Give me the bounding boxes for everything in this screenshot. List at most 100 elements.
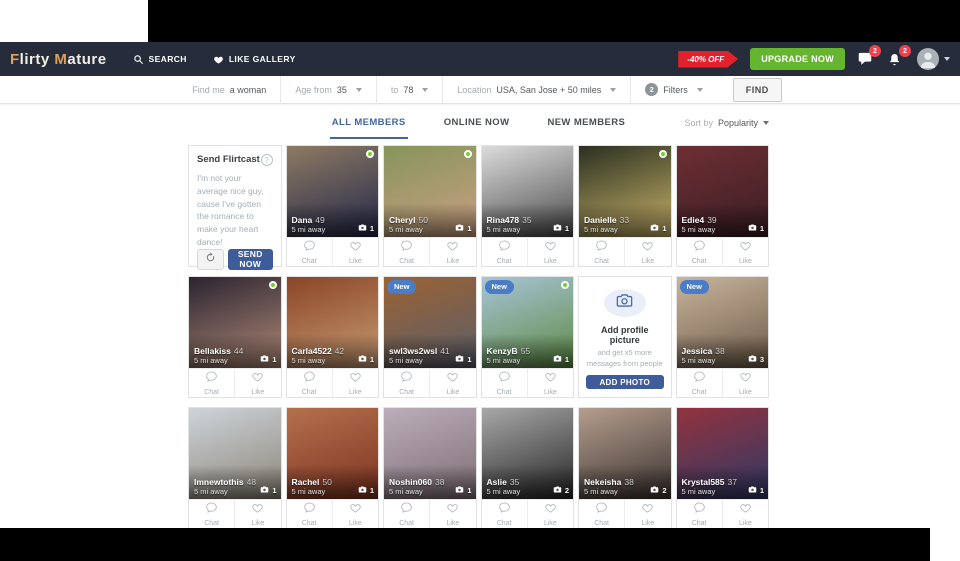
chat-button[interactable]: Chat (482, 500, 527, 528)
member-photo[interactable]: New Carla452242 5 mi away 1 (287, 277, 379, 368)
send-now-button[interactable]: SEND NOW (228, 249, 273, 270)
member-card[interactable]: New Danielle33 5 mi away 1 Chat (578, 145, 672, 267)
chat-button[interactable]: Chat (482, 369, 527, 397)
like-button[interactable]: Like (234, 500, 280, 528)
chat-button[interactable]: Chat (482, 238, 527, 266)
like-button[interactable]: Like (429, 369, 475, 397)
like-button[interactable]: Like (722, 500, 768, 528)
member-photo[interactable]: New Dana49 5 mi away 1 (287, 146, 379, 237)
camera-icon (260, 485, 269, 496)
help-icon[interactable]: ? (261, 154, 273, 166)
member-card[interactable]: New Noshin06038 5 mi away 1 Chat (383, 407, 477, 529)
chat-button[interactable]: Chat (287, 500, 332, 528)
like-label: Like (251, 389, 264, 396)
like-button[interactable]: Like (429, 500, 475, 528)
chat-label: Chat (399, 389, 414, 396)
age-from-select[interactable]: Age from 35 (280, 76, 376, 104)
age-from-label: Age from (295, 85, 332, 95)
member-card[interactable]: New Dana49 5 mi away 1 Chat (286, 145, 380, 267)
like-button[interactable]: Like (624, 500, 670, 528)
member-card[interactable]: New Rachel50 5 mi away 1 Chat (286, 407, 380, 529)
discount-badge[interactable]: -40% OFF (678, 51, 738, 68)
chat-button[interactable]: Chat (677, 369, 722, 397)
member-photo[interactable]: New Rina47835 5 mi away 1 (482, 146, 574, 237)
member-card[interactable]: New Carla452242 5 mi away 1 Chat (286, 276, 380, 398)
chat-button[interactable]: Chat (579, 500, 624, 528)
account-menu[interactable] (917, 48, 950, 70)
member-card[interactable]: New Jessica38 5 mi away 3 Chat (676, 276, 770, 398)
refresh-message-button[interactable] (197, 249, 224, 270)
member-card[interactable]: New Rina47835 5 mi away 1 Chat (481, 145, 575, 267)
find-me-select[interactable]: Find me a woman (178, 76, 280, 104)
chat-button[interactable]: Chat (579, 238, 624, 266)
chat-button[interactable]: Chat (384, 238, 429, 266)
chat-button[interactable]: Chat (384, 369, 429, 397)
like-button[interactable]: Like (234, 369, 280, 397)
chat-button[interactable]: Chat (384, 500, 429, 528)
tab-all-members[interactable]: ALL MEMBERS (330, 108, 408, 139)
chat-button[interactable]: Chat (287, 369, 332, 397)
heart-icon (739, 239, 752, 257)
messages-button[interactable]: 2 (857, 51, 875, 67)
logo-text: M (54, 51, 67, 68)
heart-icon (544, 501, 557, 519)
member-card[interactable]: New Nekeisha38 5 mi away 2 Chat (578, 407, 672, 529)
like-button[interactable]: Like (527, 500, 573, 528)
member-photo[interactable]: New Jessica38 5 mi away 3 (677, 277, 769, 368)
add-photo-button[interactable]: ADD PHOTO (586, 375, 664, 389)
like-button[interactable]: Like (722, 238, 768, 266)
member-card[interactable]: New Imnewtothis48 5 mi away 1 Chat (188, 407, 282, 529)
like-button[interactable]: Like (332, 369, 378, 397)
age-to-select[interactable]: to 78 (376, 76, 443, 104)
tab-online-now[interactable]: ONLINE NOW (442, 108, 512, 139)
chat-button[interactable]: Chat (189, 369, 234, 397)
filters-select[interactable]: 2 Filters (630, 76, 717, 104)
chat-bubble-icon (303, 501, 316, 519)
upgrade-now-button[interactable]: UPGRADE NOW (750, 48, 845, 70)
member-card[interactable]: New Cheryl50 5 mi away 1 Chat (383, 145, 477, 267)
member-photo[interactable]: New Aslie35 5 mi away 2 (482, 408, 574, 499)
find-button[interactable]: FIND (733, 78, 782, 102)
member-photo[interactable]: New Bellakiss44 5 mi away 1 (189, 277, 281, 368)
nav-like-gallery[interactable]: LIKE GALLERY (213, 54, 296, 65)
member-photo[interactable]: New Edie439 5 mi away 1 (677, 146, 769, 237)
like-button[interactable]: Like (527, 238, 573, 266)
chat-bubble-icon (693, 501, 706, 519)
member-photo[interactable]: New Imnewtothis48 5 mi away 1 (189, 408, 281, 499)
flirtcast-actions: SEND NOW (197, 249, 273, 270)
member-photo[interactable]: New KenzyB55 5 mi away 1 (482, 277, 574, 368)
chat-button[interactable]: Chat (189, 500, 234, 528)
like-button[interactable]: Like (429, 238, 475, 266)
chat-button[interactable]: Chat (677, 238, 722, 266)
member-photo[interactable]: New Noshin06038 5 mi away 1 (384, 408, 476, 499)
like-button[interactable]: Like (332, 238, 378, 266)
member-photo[interactable]: New Danielle33 5 mi away 1 (579, 146, 671, 237)
member-photo[interactable]: New Krystal58537 5 mi away 1 (677, 408, 769, 499)
sort-by-select[interactable]: Sort by Popularity (684, 107, 769, 139)
logo-text: ature (67, 51, 106, 68)
member-card[interactable]: New Edie439 5 mi away 1 Chat (676, 145, 770, 267)
heart-icon (739, 501, 752, 519)
like-button[interactable]: Like (624, 238, 670, 266)
chat-button[interactable]: Chat (677, 500, 722, 528)
member-card[interactable]: New swl3ws2wsl41 5 mi away 1 Chat (383, 276, 477, 398)
nav-search[interactable]: SEARCH (133, 54, 187, 65)
camera-icon (650, 223, 659, 234)
heart-icon (641, 239, 654, 257)
member-card[interactable]: New Bellakiss44 5 mi away 1 Chat (188, 276, 282, 398)
member-card[interactable]: New KenzyB55 5 mi away 1 Chat (481, 276, 575, 398)
like-button[interactable]: Like (332, 500, 378, 528)
location-select[interactable]: Location USA, San Jose + 50 miles (442, 76, 630, 104)
member-card[interactable]: New Krystal58537 5 mi away 1 Chat (676, 407, 770, 529)
member-photo[interactable]: New Rachel50 5 mi away 1 (287, 408, 379, 499)
chat-button[interactable]: Chat (287, 238, 332, 266)
site-logo[interactable]: Flirty Mature (10, 51, 107, 68)
notifications-button[interactable]: 2 (887, 51, 905, 67)
member-photo[interactable]: New Cheryl50 5 mi away 1 (384, 146, 476, 237)
like-button[interactable]: Like (722, 369, 768, 397)
member-card[interactable]: New Aslie35 5 mi away 2 Chat (481, 407, 575, 529)
like-button[interactable]: Like (527, 369, 573, 397)
tab-new-members[interactable]: NEW MEMBERS (545, 108, 627, 139)
member-photo[interactable]: New Nekeisha38 5 mi away 2 (579, 408, 671, 499)
member-photo[interactable]: New swl3ws2wsl41 5 mi away 1 (384, 277, 476, 368)
